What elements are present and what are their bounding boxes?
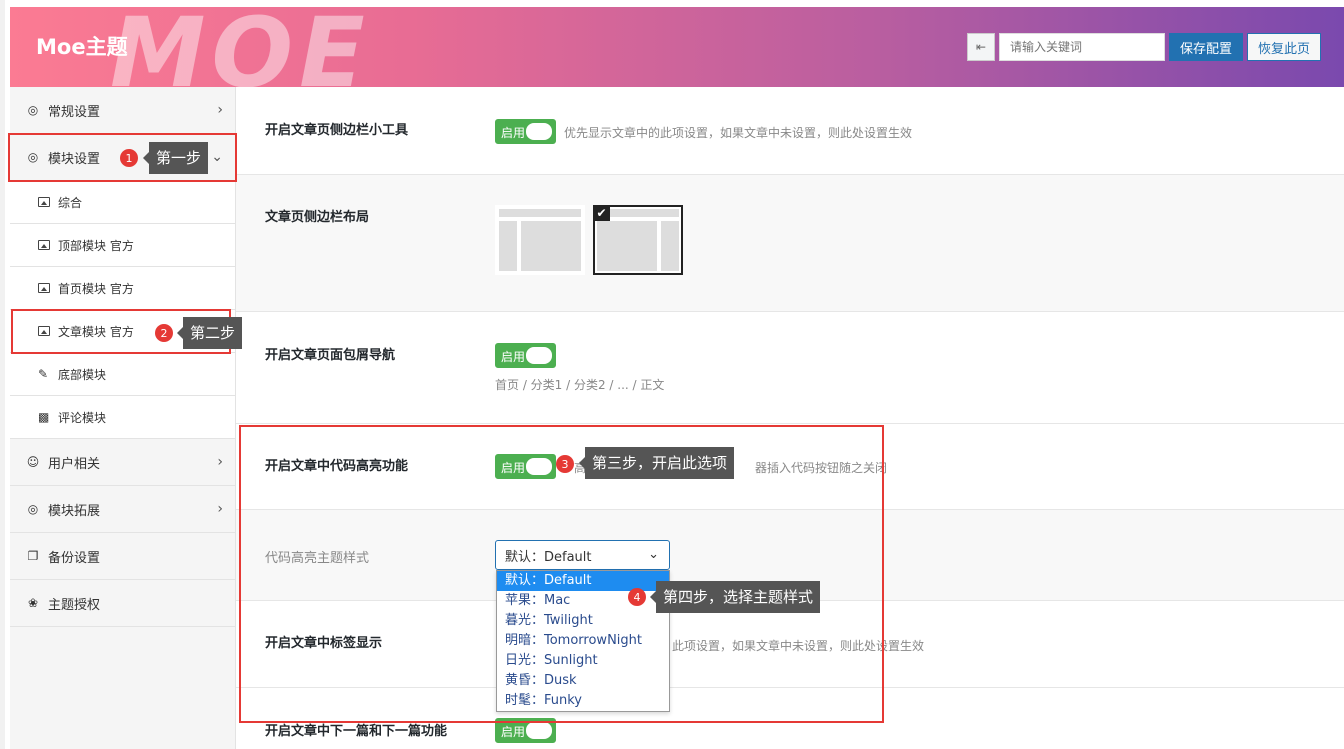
breadcrumb-toggle[interactable]: 启用 (495, 343, 556, 368)
brand-icon: ❀ (27, 596, 39, 610)
toggle-label: 启用 (501, 350, 526, 364)
step2-tooltip: 第二步 (176, 317, 243, 349)
layout-sidebar-bar (661, 221, 679, 271)
sidebar-item-users[interactable]: ☺ 用户相关 › (10, 439, 235, 486)
image-icon (38, 240, 50, 250)
target-icon: ◎ (27, 103, 39, 117)
sidebar-item-label: 首页模块 官方 (58, 281, 134, 296)
sidebar-item-label: 评论模块 (58, 410, 107, 425)
copy-icon: ❐ (27, 549, 39, 563)
step1-badge: 1 (120, 149, 138, 167)
image-icon (38, 197, 50, 207)
toggle-knob (526, 347, 552, 364)
step1-tooltip: 第一步 (142, 142, 209, 174)
setting-row-sidebar-layout: 文章页侧边栏布局 ✔ (236, 175, 1344, 312)
reset-page-button[interactable]: 恢复此页 (1246, 33, 1321, 61)
step3-tooltip: 第三步，开启此选项 (578, 447, 735, 479)
sidebar-item-label: 常规设置 (48, 104, 101, 120)
toggle-label: 启用 (501, 725, 526, 739)
layout-option-right-sidebar-selected[interactable]: ✔ (593, 205, 683, 275)
target-icon: ◎ (27, 502, 39, 516)
setting-description: 优先显示文章中的此项设置，如果文章中未设置，则此处设置生效 (564, 126, 913, 140)
chevron-right-icon: › (217, 454, 223, 470)
sidebar-item-label: 备份设置 (48, 550, 101, 566)
layout-content-bar (597, 221, 657, 271)
sidebar-item-label: 主题授权 (48, 597, 101, 613)
header-watermark: MOE (110, 7, 371, 87)
setting-label: 开启文章页侧边栏小工具 (265, 123, 409, 138)
sidebar-item-label: 顶部模块 官方 (58, 238, 134, 253)
chevron-right-icon: › (217, 102, 223, 118)
step3-badge: 3 (556, 455, 574, 473)
step4-tooltip: 第四步，选择主题样式 (649, 581, 821, 613)
layout-option-left-sidebar[interactable] (495, 205, 585, 275)
chevron-right-icon: › (217, 501, 223, 517)
check-icon: ✔ (593, 205, 610, 221)
sidebar-item-label: 模块拓展 (48, 503, 101, 519)
layout-header-bar (499, 209, 581, 217)
toggle-label: 启用 (501, 126, 526, 140)
header-toolbar: ⇤ 保存配置 恢复此页 (966, 33, 1321, 61)
comments-icon: ▩ (38, 410, 50, 424)
pencil-icon: ✎ (38, 367, 49, 381)
image-icon (38, 283, 50, 293)
save-config-button[interactable]: 保存配置 (1168, 33, 1243, 61)
sidebar-widget-toggle[interactable]: 启用 (495, 119, 556, 144)
search-input[interactable] (998, 33, 1165, 61)
sidebar-item-label: 用户相关 (48, 456, 101, 472)
sidebar-item-extensions[interactable]: ◎ 模块拓展 › (10, 486, 235, 533)
layout-sidebar-bar (499, 221, 517, 271)
layout-content-bar (521, 221, 581, 271)
toggle-knob (526, 123, 552, 140)
sidebar-item-license[interactable]: ❀ 主题授权 (10, 580, 235, 627)
setting-row-sidebar-widget: 开启文章页侧边栏小工具 启用 优先显示文章中的此项设置，如果文章中未设置，则此处… (236, 87, 1344, 175)
header-banner: MOE Moe主题 ⇤ 保存配置 恢复此页 (10, 7, 1344, 87)
step2-badge: 2 (155, 324, 173, 342)
sidebar-item-backup[interactable]: ❐ 备份设置 (10, 533, 235, 580)
sidebar-subitem-general[interactable]: 综合 (10, 181, 235, 224)
sidebar-item-label: 综合 (58, 195, 83, 210)
sidebar-subitem-footer-module[interactable]: ✎ 底部模块 (10, 353, 235, 396)
setting-row-breadcrumb: 开启文章页面包屑导航 启用 首页 / 分类1 / 分类2 / ... / 正文 (236, 312, 1344, 424)
page: MOE Moe主题 ⇤ 保存配置 恢复此页 ◎ 常规设置 › ◎ 模块设置 ⌄ … (0, 0, 1344, 749)
setting-label: 开启文章页面包屑导航 (265, 348, 396, 363)
sidebar-item-label: 底部模块 (58, 367, 107, 382)
sidebar: ◎ 常规设置 › ◎ 模块设置 ⌄ 综合 顶部模块 官方 首页模块 官方 文章模… (10, 87, 236, 749)
step4-badge: 4 (628, 588, 646, 606)
sidebar-subitem-comment-module[interactable]: ▩ 评论模块 (10, 396, 235, 439)
toggle-knob (526, 722, 552, 739)
user-icon: ☺ (26, 455, 40, 469)
sidebar-subitem-home-module[interactable]: 首页模块 官方 (10, 267, 235, 310)
setting-label: 文章页侧边栏布局 (265, 210, 370, 225)
sidebar-item-general[interactable]: ◎ 常规设置 › (10, 87, 235, 134)
collapse-menu-icon[interactable]: ⇤ (966, 33, 995, 61)
app-title: Moe主题 (36, 35, 128, 59)
sidebar-subitem-top-module[interactable]: 顶部模块 官方 (10, 224, 235, 267)
setting-description: 首页 / 分类1 / 分类2 / ... / 正文 (495, 378, 665, 392)
